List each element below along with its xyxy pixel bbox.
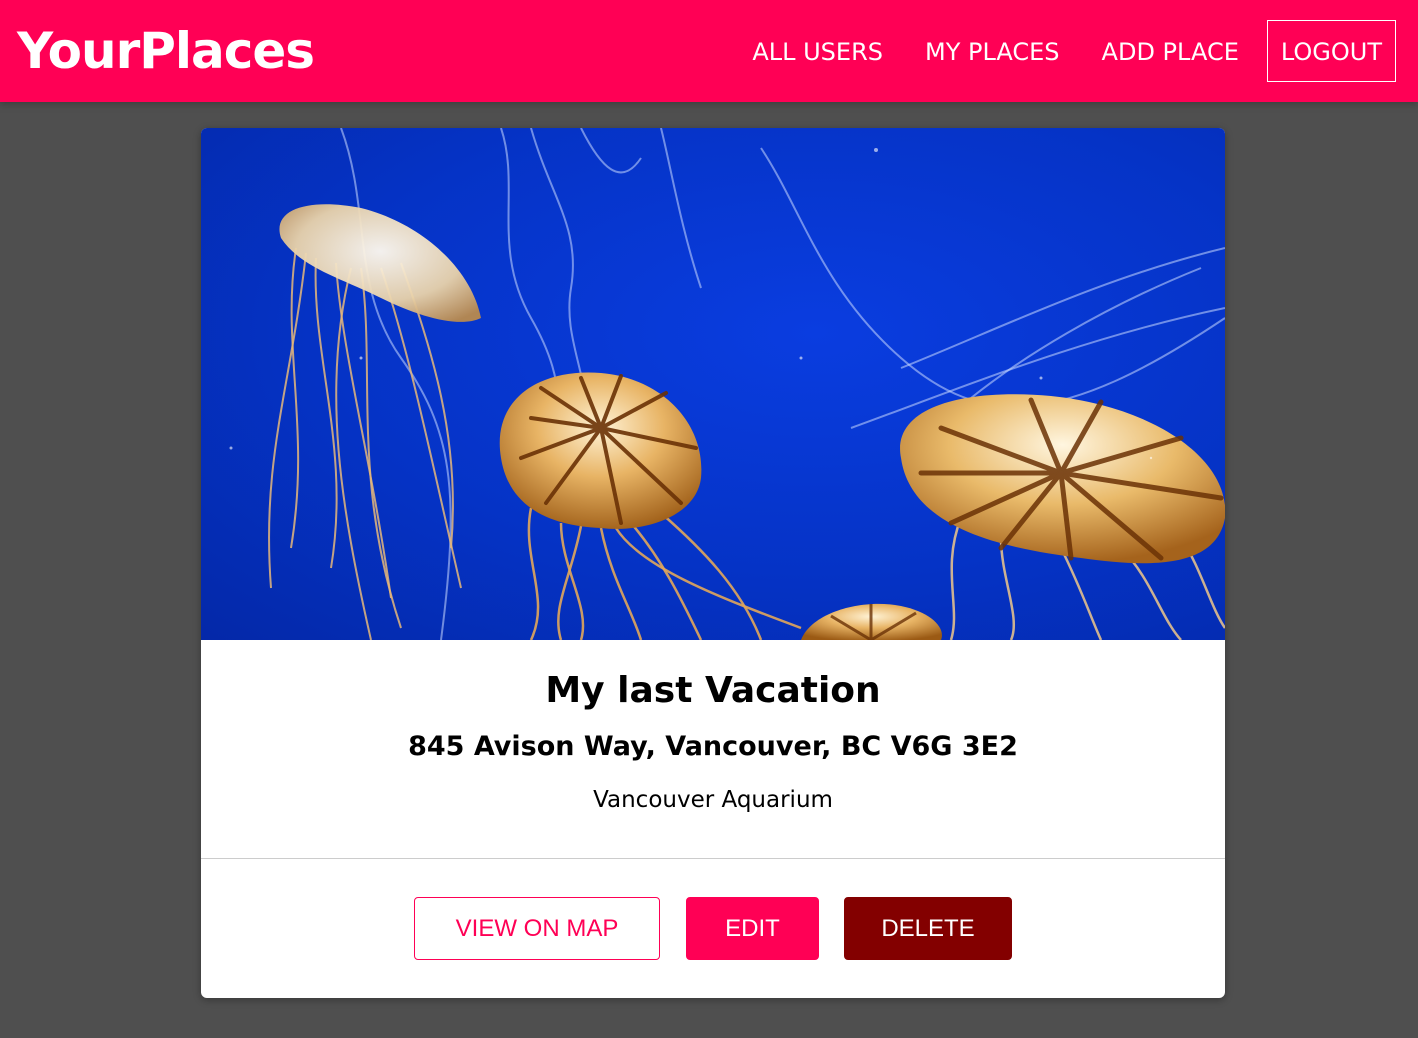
place-image bbox=[201, 128, 1225, 640]
card-divider bbox=[201, 858, 1225, 859]
nav-my-places[interactable]: MY PLACES bbox=[911, 20, 1074, 82]
place-info: My last Vacation 845 Avison Way, Vancouv… bbox=[201, 640, 1225, 858]
place-description: Vancouver Aquarium bbox=[593, 787, 833, 813]
place-title: My last Vacation bbox=[545, 670, 881, 711]
edit-button[interactable]: EDIT bbox=[686, 897, 819, 960]
main-navigation: ALL USERS MY PLACES ADD PLACE LOGOUT bbox=[724, 20, 1396, 82]
jellyfish-right bbox=[900, 394, 1225, 640]
delete-button[interactable]: DELETE bbox=[844, 897, 1012, 960]
place-address: 845 Avison Way, Vancouver, BC V6G 3E2 bbox=[408, 731, 1018, 762]
jellyfish-photo-illustration bbox=[229, 128, 1225, 640]
place-card: My last Vacation 845 Avison Way, Vancouv… bbox=[201, 128, 1225, 998]
nav-add-place[interactable]: ADD PLACE bbox=[1088, 20, 1253, 82]
logout-button[interactable]: LOGOUT bbox=[1266, 20, 1396, 82]
main-header: YourPlaces ALL USERS MY PLACES ADD PLACE… bbox=[0, 0, 1418, 102]
jellyfish-bottom bbox=[801, 603, 942, 640]
jellyfish-center bbox=[499, 372, 802, 640]
brand-logo-link[interactable]: YourPlaces bbox=[17, 18, 315, 84]
nav-all-users[interactable]: ALL USERS bbox=[738, 20, 897, 82]
jellyfish-left bbox=[268, 204, 481, 640]
place-actions: VIEW ON MAP EDIT DELETE bbox=[201, 897, 1225, 960]
view-on-map-button[interactable]: VIEW ON MAP bbox=[414, 897, 660, 960]
